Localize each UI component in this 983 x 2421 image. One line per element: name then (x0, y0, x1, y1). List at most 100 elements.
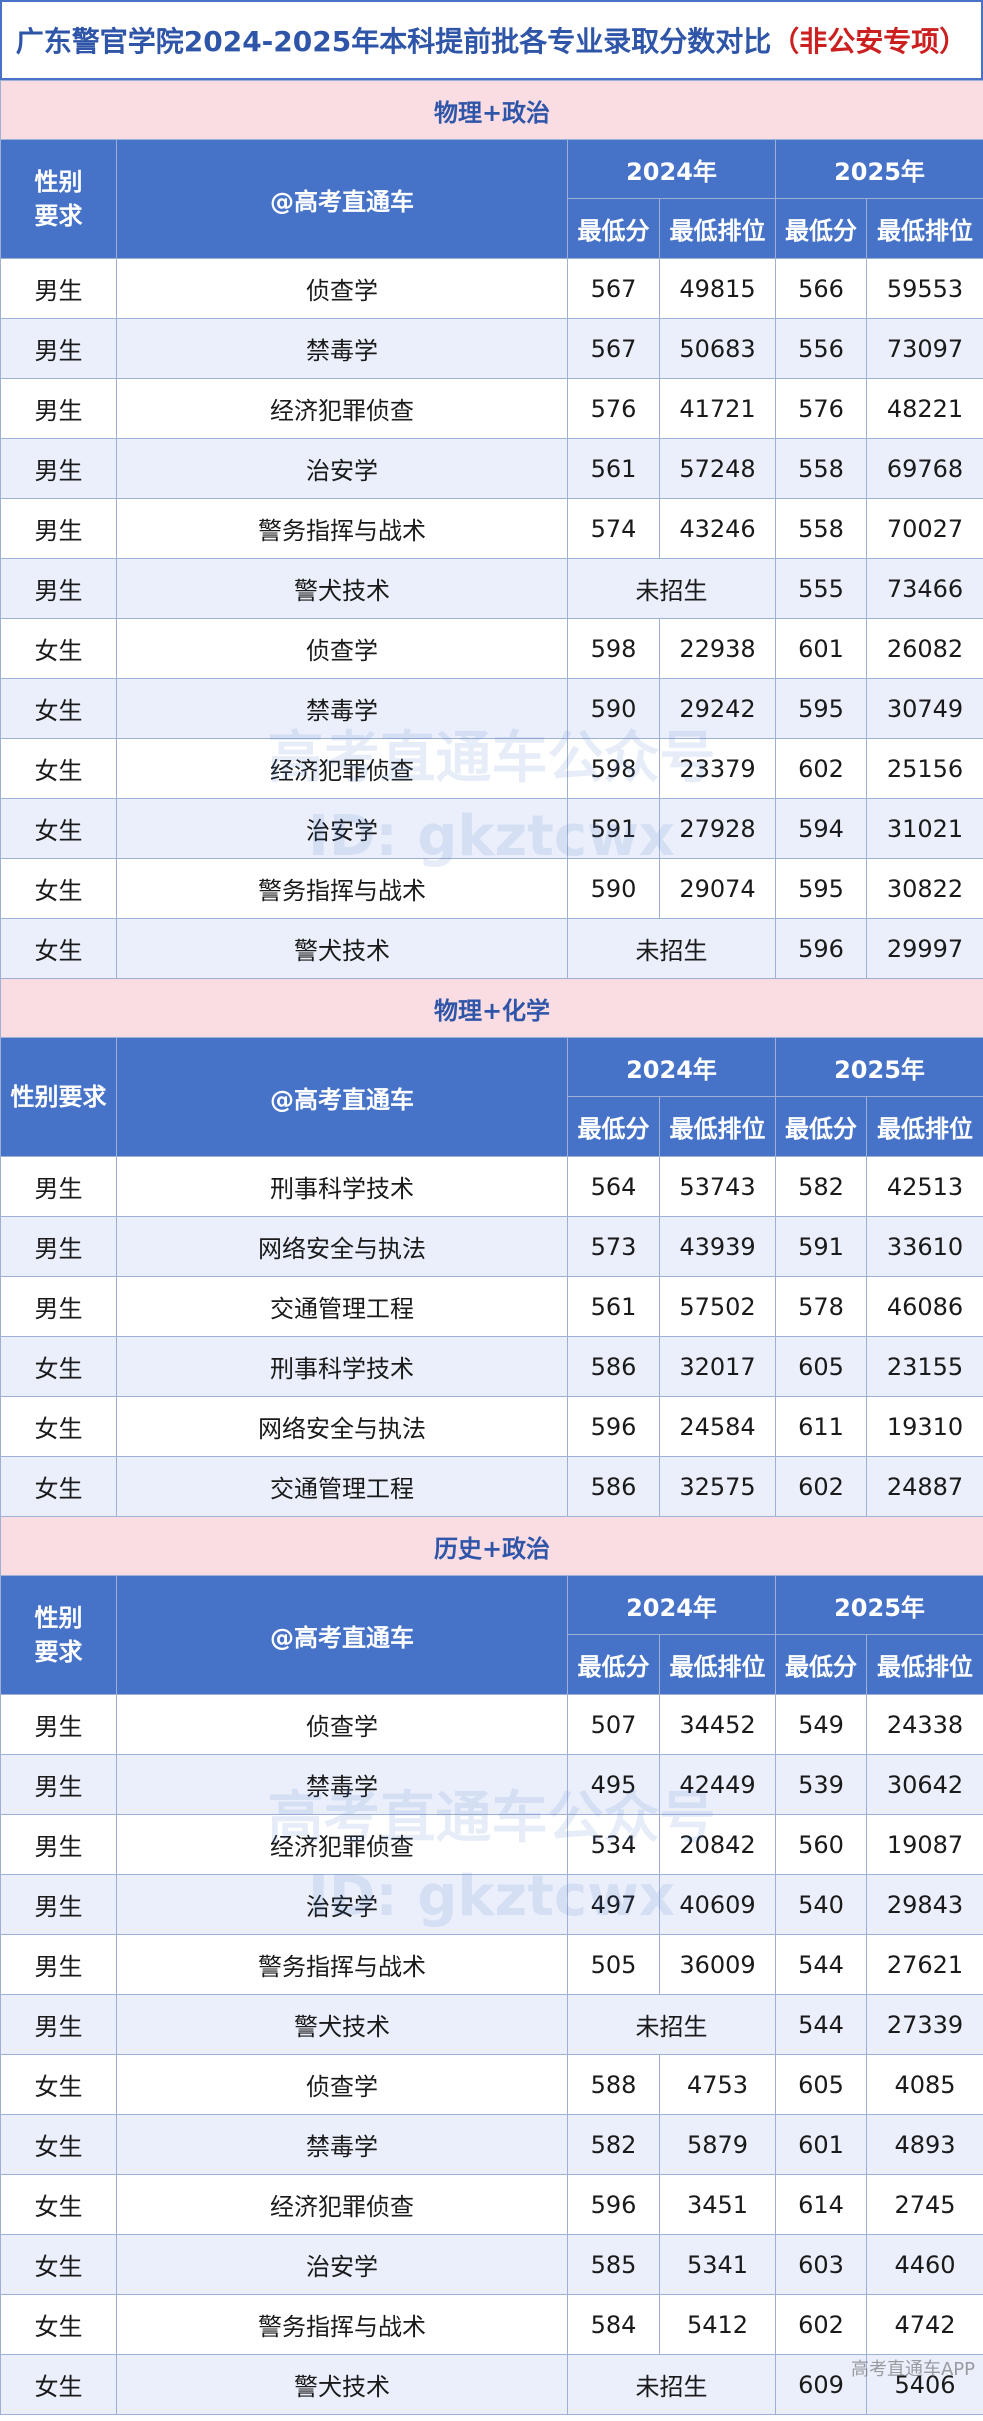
cell-2025-min-score: 609 (775, 2354, 867, 2415)
score-table: 物理+政治 性别要求 @高考直通车 2024年 2025年 最低分 最低排位 最低分 最低排位男… (0, 80, 983, 2415)
cell-2024-min-score: 596 (567, 1396, 660, 1457)
cell-gender: 女生 (0, 798, 117, 859)
table-row: 男生 经济犯罪侦查 576 41721 576 48221 (0, 378, 983, 439)
cell-2024-min-score: 586 (567, 1336, 660, 1397)
cell-major: 禁毒学 (116, 678, 568, 739)
cell-gender: 女生 (0, 858, 117, 919)
cell-major: 侦查学 (116, 618, 568, 679)
cell-2024-min-rank: 49815 (659, 258, 776, 319)
cell-2024-min-rank: 5879 (659, 2114, 776, 2175)
cell-2025-min-rank: 24338 (865, 1694, 983, 1755)
table-row: 女生 禁毒学 590 29242 595 30749 (0, 678, 983, 739)
cell-gender: 男生 (0, 1994, 117, 2055)
cell-gender: 男生 (0, 258, 117, 319)
cell-not-enrolled: 未招生 (567, 558, 776, 619)
cell-2024-min-score: 567 (567, 258, 660, 319)
cell-2024-min-rank: 24584 (659, 1396, 776, 1457)
cell-2024-min-score: 561 (567, 1276, 660, 1337)
cell-2024-min-rank: 43246 (659, 498, 776, 559)
page: 广东警官学院2024-2025年本科提前批各专业录取分数对比（非公安专项） 物理… (0, 0, 983, 2421)
cell-2024-min-rank: 23379 (659, 738, 776, 799)
cell-2025-min-score: 602 (775, 1456, 867, 1517)
cell-2025-min-score: 605 (775, 1336, 867, 1397)
table-row: 男生 警犬技术 未招生 544 27339 (0, 1994, 983, 2055)
cell-major: 治安学 (116, 798, 568, 859)
header-min-rank: 最低排位 (659, 1096, 776, 1157)
header-year-2025: 2025年 (774, 139, 983, 199)
cell-gender: 女生 (0, 2354, 117, 2415)
cell-2024-min-score: 598 (567, 738, 660, 799)
cell-2025-min-rank: 30822 (865, 858, 983, 919)
cell-major: 侦查学 (116, 1694, 568, 1755)
cell-gender: 男生 (0, 498, 117, 559)
cell-2024-min-score: 564 (567, 1156, 660, 1217)
cell-2025-min-score: 544 (775, 1934, 867, 1995)
cell-2025-min-score: 560 (775, 1814, 867, 1875)
cell-2024-min-rank: 57502 (659, 1276, 776, 1337)
cell-gender: 女生 (0, 738, 117, 799)
cell-gender: 女生 (0, 1396, 117, 1457)
cell-2025-min-rank: 48221 (865, 378, 983, 439)
cell-gender: 男生 (0, 1814, 117, 1875)
table-row: 女生 网络安全与执法 596 24584 611 19310 (0, 1396, 983, 1457)
section-title: 历史+政治 (0, 1516, 983, 1576)
cell-2025-min-score: 578 (775, 1276, 867, 1337)
cell-2024-min-score: 567 (567, 318, 660, 379)
cell-2024-min-rank: 40609 (659, 1874, 776, 1935)
cell-2025-min-rank: 69768 (865, 438, 983, 499)
cell-2025-min-score: 596 (775, 918, 867, 979)
table-row: 男生 禁毒学 495 42449 539 30642 (0, 1754, 983, 1815)
cell-gender: 女生 (0, 2174, 117, 2235)
header-year-2025: 2025年 (774, 1575, 983, 1635)
cell-gender: 女生 (0, 2234, 117, 2295)
table-row: 男生 禁毒学 567 50683 556 73097 (0, 318, 983, 379)
cell-2024-min-score: 534 (567, 1814, 660, 1875)
table-row: 女生 治安学 585 5341 603 4460 (0, 2234, 983, 2295)
cell-gender: 女生 (0, 618, 117, 679)
cell-major: 警犬技术 (116, 1994, 568, 2055)
cell-2025-min-score: 603 (775, 2234, 867, 2295)
cell-2025-min-score: 605 (775, 2054, 867, 2115)
cell-2024-min-score: 596 (567, 2174, 660, 2235)
cell-2024-min-rank: 32017 (659, 1336, 776, 1397)
cell-2024-min-score: 507 (567, 1694, 660, 1755)
cell-2025-min-score: 558 (775, 498, 867, 559)
section-title: 物理+政治 (0, 80, 983, 140)
cell-2025-min-rank: 42513 (865, 1156, 983, 1217)
cell-2025-min-rank: 26082 (865, 618, 983, 679)
cell-2024-min-score: 495 (567, 1754, 660, 1815)
table-row: 男生 刑事科学技术 564 53743 582 42513 (0, 1156, 983, 1217)
header-min-score: 最低分 (775, 198, 867, 259)
cell-2024-min-rank: 36009 (659, 1934, 776, 1995)
cell-2025-min-rank: 27339 (865, 1994, 983, 2055)
table-row: 男生 侦查学 567 49815 566 59553 (0, 258, 983, 319)
table-row: 女生 侦查学 588 4753 605 4085 (0, 2054, 983, 2115)
cell-2025-min-rank: 4742 (865, 2294, 983, 2355)
cell-2025-min-score: 540 (775, 1874, 867, 1935)
cell-2025-min-rank: 25156 (865, 738, 983, 799)
cell-gender: 男生 (0, 438, 117, 499)
cell-2025-min-score: 601 (775, 2114, 867, 2175)
cell-2024-min-score: 590 (567, 678, 660, 739)
cell-2025-min-rank: 29843 (865, 1874, 983, 1935)
table-row: 男生 治安学 497 40609 540 29843 (0, 1874, 983, 1935)
table-row: 女生 警务指挥与战术 584 5412 602 4742 (0, 2294, 983, 2355)
cell-2025-min-rank: 4085 (865, 2054, 983, 2115)
header-gender: 性别要求 (0, 139, 117, 259)
cell-2024-min-rank: 22938 (659, 618, 776, 679)
cell-2024-min-score: 588 (567, 2054, 660, 2115)
cell-gender: 女生 (0, 1336, 117, 1397)
header-row: 性别要求 @高考直通车 2024年 2025年 (0, 139, 983, 259)
cell-major: 警务指挥与战术 (116, 858, 568, 919)
cell-2024-min-score: 584 (567, 2294, 660, 2355)
cell-major: 警务指挥与战术 (116, 498, 568, 559)
cell-2024-min-rank: 43939 (659, 1216, 776, 1277)
header-row: 性别要求 @高考直通车 2024年 2025年 (0, 1575, 983, 1695)
cell-2024-min-rank: 5412 (659, 2294, 776, 2355)
table-row: 男生 经济犯罪侦查 534 20842 560 19087 (0, 1814, 983, 1875)
cell-2024-min-score: 582 (567, 2114, 660, 2175)
section-header-row: 历史+政治 (0, 1516, 983, 1576)
header-year-2024: 2024年 (567, 1575, 776, 1635)
table-row: 女生 交通管理工程 586 32575 602 24887 (0, 1456, 983, 1517)
cell-2025-min-rank: 73466 (865, 558, 983, 619)
